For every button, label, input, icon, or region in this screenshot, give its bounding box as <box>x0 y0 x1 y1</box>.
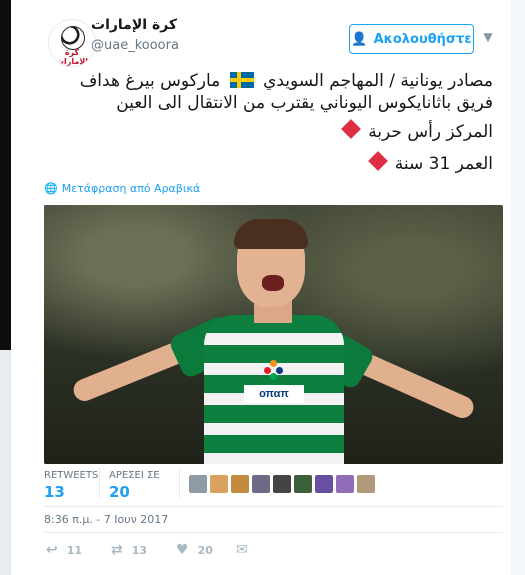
reply-icon: ↩ <box>46 542 58 558</box>
reply-button[interactable]: ↩ 11 <box>46 542 82 558</box>
avatar-logo-text: كرة الإمارات <box>55 48 89 66</box>
backdrop-left-lower <box>0 350 11 575</box>
red-diamond-icon <box>341 119 362 139</box>
liker-avatar[interactable] <box>336 475 354 493</box>
tweet-text-line-1-part-2: ماركوس بيرغ هداف <box>79 71 221 91</box>
follow-button-label: Ακολουθήστε <box>373 31 472 47</box>
tweet-text-line-1-part-1: مصادر يونانية / المهاجم السويدي <box>263 71 493 91</box>
photo-player-mouth <box>262 275 284 291</box>
stats-divider <box>99 468 100 498</box>
liker-avatar[interactable] <box>189 475 207 493</box>
liker-avatar[interactable] <box>315 475 333 493</box>
reply-count: 11 <box>66 543 83 557</box>
stats-divider <box>179 468 180 498</box>
likes-count[interactable]: 20 <box>109 483 130 501</box>
backdrop-right <box>511 0 525 575</box>
liker-avatar[interactable] <box>210 475 228 493</box>
like-count: 20 <box>197 543 213 557</box>
tweet-text-line-2: فريق باثانايكوس اليوناني يقترب من الانتق… <box>116 93 493 113</box>
liker-avatar[interactable] <box>294 475 312 493</box>
envelope-icon: ✉ <box>236 542 248 558</box>
tweet-timestamp[interactable]: 8:36 π.μ. - 7 Ιουν 2017 <box>44 513 168 526</box>
translate-link[interactable]: 🌐 Μετάφραση από Αραβικά <box>44 182 200 195</box>
soccer-ball-icon <box>61 26 85 50</box>
sweden-flag-icon <box>229 72 254 88</box>
sponsor-logo-icon <box>264 360 284 380</box>
avatar[interactable]: كرة الإمارات <box>48 19 96 67</box>
retweets-count[interactable]: 13 <box>44 483 65 501</box>
retweet-icon: ⇄ <box>111 542 123 558</box>
globe-icon: 🌐 <box>44 182 58 195</box>
display-name[interactable]: كرة الإمارات <box>91 17 177 33</box>
tweet-text-line-3: المركز رأس حربة <box>41 119 493 143</box>
retweets-label: RETWEETS <box>44 470 99 481</box>
direct-message-button[interactable]: ✉ <box>236 542 248 558</box>
translate-label: Μετάφραση από Αραβικά <box>61 182 201 195</box>
tweet-text-line-4: العمر 31 سنة <box>41 151 493 175</box>
follow-button[interactable]: 👤 Ακολουθήστε <box>349 24 474 54</box>
liker-avatar[interactable] <box>273 475 291 493</box>
user-handle[interactable]: @uae_kooora <box>91 38 179 53</box>
tweet-text-line-3-text: المركز رأس حربة <box>368 122 493 142</box>
likes-label: ΑΡΕΣΕΙ ΣΕ <box>109 470 160 481</box>
divider <box>44 506 503 507</box>
divider <box>44 532 503 533</box>
like-button[interactable]: ♥ 20 <box>176 542 213 558</box>
liker-avatar[interactable] <box>357 475 375 493</box>
tweet-photo[interactable]: οπαπ <box>44 205 503 464</box>
likers-avatars <box>189 475 375 493</box>
liker-avatar[interactable] <box>231 475 249 493</box>
retweet-count: 13 <box>131 543 148 557</box>
photo-sponsor-text: οπαπ <box>244 385 304 403</box>
retweet-button[interactable]: ⇄ 13 <box>111 542 147 558</box>
chevron-down-icon[interactable]: ▼ <box>481 30 495 44</box>
heart-icon: ♥ <box>176 542 189 558</box>
backdrop-left <box>0 0 11 350</box>
photo-player-hair <box>234 219 308 249</box>
tweet-card: كرة الإمارات كرة الإمارات @uae_kooora 👤 … <box>11 0 511 575</box>
liker-avatar[interactable] <box>252 475 270 493</box>
red-diamond-icon <box>367 151 388 171</box>
tweet-text-line-4-text: العمر 31 سنة <box>394 154 493 174</box>
add-user-icon: 👤 <box>351 31 368 47</box>
tweet-text-line-1: مصادر يونانية / المهاجم السويدي ماركوس ب… <box>41 70 493 92</box>
